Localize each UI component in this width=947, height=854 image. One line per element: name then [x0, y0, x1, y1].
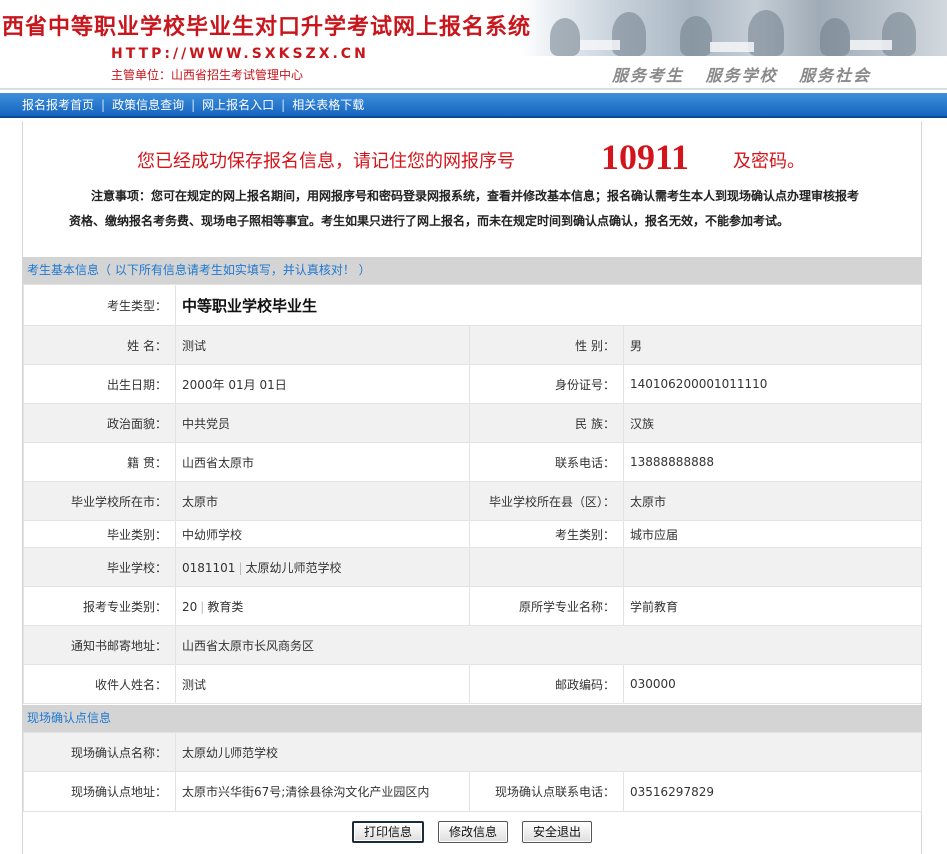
nav-item-registration[interactable]: 网上报名入口: [202, 96, 274, 113]
confirm-point-table: 现场确认点名称： 太原幼儿师范学校 现场确认点地址： 太原市兴华街67号;清徐县…: [23, 732, 923, 812]
serial-number: 10911: [601, 137, 690, 177]
original-major-value: 学前教育: [622, 586, 923, 626]
id-number-label: 身份证号：: [469, 364, 624, 404]
confirm-point-address-value: 太原市兴华街67号;清徐县徐沟文化产业园区内: [175, 771, 470, 812]
school-city-value: 太原市: [175, 481, 470, 521]
section-basic-info-header: 考生基本信息（ 以下所有信息请考生如实填写，并认真核对！ ）: [23, 257, 921, 284]
notice-title: 注意事项：: [91, 189, 152, 203]
top-navigation: 报名报考首页 | 政策信息查询 | 网上报名入口 | 相关表格下载: [0, 93, 947, 118]
receiver-value: 测试: [175, 664, 470, 704]
site-url: HTTP://WWW.SXKSZX.CN: [111, 46, 369, 62]
code-separator: |: [238, 560, 243, 575]
ethnic-label: 民 族：: [469, 403, 624, 443]
original-major-label: 原所学专业名称：: [469, 586, 624, 626]
confirm-point-name-value: 太原幼儿师范学校: [174, 732, 923, 772]
postcode-value: 030000: [622, 664, 923, 704]
nav-separator: |: [281, 97, 286, 112]
table-row: 现场确认点地址： 太原市兴华街67号;清徐县徐沟文化产业园区内 现场确认点联系电…: [23, 771, 923, 812]
school-city-label: 毕业学校所在市：: [23, 481, 176, 521]
basic-info-table: 考生类型： 中等职业学校毕业生 姓 名： 测试 性 别： 男 出生日期： 200…: [23, 284, 923, 704]
school-value: 0181101 | 太原幼儿师范学校: [175, 547, 470, 587]
major-category-name: 教育类: [207, 599, 244, 614]
logout-button[interactable]: 安全退出: [522, 821, 593, 843]
notice-text: 注意事项：您可在规定的网上报名期间，用网报序号和密码登录网报系统，查看并修改基本…: [69, 184, 869, 234]
school-name: 太原幼儿师范学校: [245, 560, 342, 575]
confirm-point-address-label: 现场确认点地址：: [23, 771, 176, 812]
site-title: 西省中等职业学校毕业生对口升学考试网上报名系统: [2, 15, 532, 40]
school-county-value: 太原市: [622, 481, 923, 521]
school-label: 毕业学校：: [23, 547, 176, 587]
table-row: 出生日期： 2000年 01月 01日 身份证号： 14010620000101…: [23, 364, 923, 404]
political-label: 政治面貌：: [23, 403, 176, 443]
receiver-label: 收件人姓名：: [23, 664, 176, 704]
birth-value: 2000年 01月 01日: [175, 364, 470, 404]
ethnic-value: 汉族: [622, 403, 923, 443]
nav-separator: |: [191, 97, 196, 112]
gender-value: 男: [622, 325, 923, 365]
grad-category-label: 毕业类别：: [23, 520, 176, 548]
empty-cell: [622, 547, 923, 587]
print-button[interactable]: 打印信息: [351, 821, 424, 843]
confirm-point-phone-label: 现场确认点联系电话：: [469, 771, 624, 812]
school-code: 0181101: [182, 560, 236, 575]
saved-message-suffix: 及密码。: [733, 151, 805, 172]
action-buttons: 打印信息 修改信息 安全退出: [23, 817, 921, 847]
site-header: 西省中等职业学校毕业生对口升学考试网上报名系统 HTTP://WWW.SXKSZ…: [0, 0, 947, 93]
name-label: 姓 名：: [23, 325, 176, 365]
gender-label: 性 别：: [469, 325, 624, 365]
postcode-label: 邮政编码：: [469, 664, 624, 704]
table-row: 姓 名： 测试 性 别： 男: [23, 325, 923, 365]
mail-address-label: 通知书邮寄地址：: [23, 625, 176, 665]
table-row: 毕业学校所在市： 太原市 毕业学校所在县（区）： 太原市: [23, 481, 923, 521]
nav-item-home[interactable]: 报名报考首页: [22, 96, 94, 113]
modify-button[interactable]: 修改信息: [437, 821, 508, 843]
school-county-label: 毕业学校所在县（区）：: [469, 481, 624, 521]
mail-address-value: 山西省太原市长风商务区: [174, 625, 923, 665]
notice-body: 您可在规定的网上报名期间，用网报序号和密码登录网报系统，查看并修改基本信息；报名…: [69, 189, 860, 228]
table-row: 政治面貌： 中共党员 民 族： 汉族: [23, 403, 923, 443]
table-row: 毕业类别： 中幼师学校 考生类别： 城市应届: [23, 520, 923, 548]
native-place-label: 籍 贯：: [23, 442, 176, 482]
nav-item-downloads[interactable]: 相关表格下载: [292, 96, 364, 113]
confirm-point-name-label: 现场确认点名称：: [23, 732, 176, 772]
saved-message: 您已经成功保存报名信息，请记住您的网报序号: [137, 151, 515, 172]
table-row: 现场确认点名称： 太原幼儿师范学校: [23, 732, 923, 772]
table-row: 籍 贯： 山西省太原市 联系电话： 13888888888: [23, 442, 923, 482]
political-value: 中共党员: [175, 403, 470, 443]
nav-item-policy[interactable]: 政策信息查询: [112, 96, 184, 113]
code-separator: |: [200, 599, 205, 614]
major-category-label: 报考专业类别：: [23, 586, 176, 626]
phone-label: 联系电话：: [469, 442, 624, 482]
table-row: 收件人姓名： 测试 邮政编码： 030000: [23, 664, 923, 704]
success-notice: 您已经成功保存报名信息，请记住您的网报序号 10911 及密码。 注意事项：您可…: [23, 121, 921, 257]
exam-type-value: 中等职业学校毕业生: [174, 284, 923, 326]
birth-label: 出生日期：: [23, 364, 176, 404]
phone-value: 13888888888: [622, 442, 923, 482]
major-category-code: 20: [182, 599, 198, 614]
native-place-value: 山西省太原市: [175, 442, 470, 482]
id-number-value: 140106200001011110: [622, 364, 923, 404]
confirm-point-phone-value: 03516297829: [622, 771, 923, 812]
nav-separator: |: [101, 97, 106, 112]
section-confirm-point-header: 现场确认点信息: [23, 705, 921, 732]
site-slogan: 服务考生 服务学校 服务社会: [612, 66, 872, 85]
table-row: 考生类型： 中等职业学校毕业生: [23, 284, 923, 326]
grad-category-value: 中幼师学校: [175, 520, 470, 548]
main-content: 您已经成功保存报名信息，请记住您的网报序号 10911 及密码。 注意事项：您可…: [22, 121, 923, 854]
table-row: 报考专业类别： 20 | 教育类 原所学专业名称： 学前教育: [23, 586, 923, 626]
header-divider: [0, 88, 947, 90]
candidate-category-label: 考生类别：: [469, 520, 624, 548]
site-organizer: 主管单位：山西省招生考试管理中心: [111, 68, 304, 82]
name-value: 测试: [175, 325, 470, 365]
exam-type-label: 考生类型：: [23, 284, 176, 326]
empty-cell: [469, 547, 624, 587]
table-row: 毕业学校： 0181101 | 太原幼儿师范学校: [23, 547, 923, 587]
table-row: 通知书邮寄地址： 山西省太原市长风商务区: [23, 625, 923, 665]
candidate-category-value: 城市应届: [622, 520, 923, 548]
header-banner-photo: [520, 0, 947, 56]
major-category-value: 20 | 教育类: [175, 586, 470, 626]
